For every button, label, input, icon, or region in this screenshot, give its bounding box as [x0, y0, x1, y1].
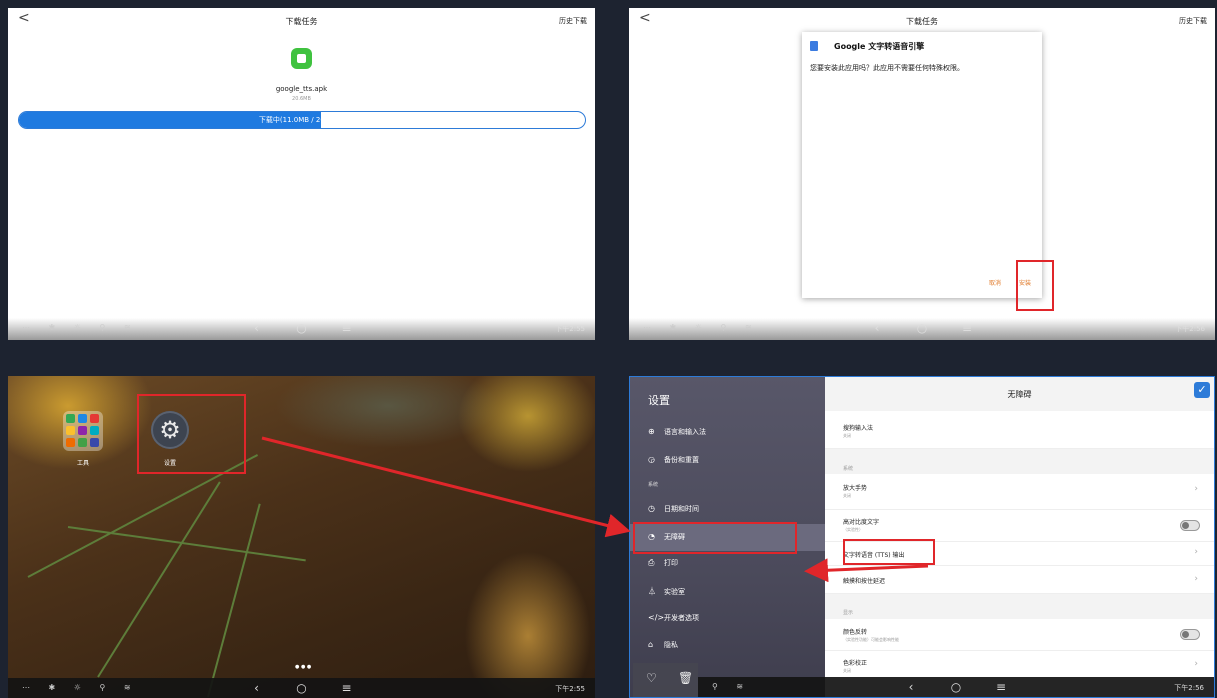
folder-app-icon — [66, 438, 75, 447]
settings-highlight-box — [137, 394, 246, 474]
nav-back-icon[interactable]: ‹ — [855, 321, 900, 335]
nav-menu-icon[interactable]: ≡ — [979, 680, 1024, 694]
chevron-right-icon: › — [1194, 574, 1198, 584]
folder-app-icon — [90, 414, 99, 423]
folder-app-icon — [90, 426, 99, 435]
page-title: 无障碍 — [1007, 390, 1032, 399]
cancel-button[interactable]: 取消 — [989, 278, 1001, 287]
install-screen: < 下载任务 历史下载 Google 文字转语音引擎 您要安装此应用吗？此应用不… — [629, 8, 1215, 340]
clock: 下午2:56 — [1175, 325, 1205, 333]
apk-file-icon — [291, 48, 312, 69]
chevron-right-icon: › — [1194, 547, 1198, 557]
history-button[interactable]: 历史下载 — [559, 16, 587, 26]
code-icon: </> — [648, 613, 665, 622]
nav-home-icon[interactable]: ○ — [934, 680, 979, 694]
page-indicator: ● ● ● — [295, 664, 312, 670]
system-nav-bar: ⋯ ✱ ☼ ⚲ ≋ ‹ ○ ≡ 下午2:55 — [8, 318, 595, 340]
folder-app-icon — [90, 438, 99, 447]
nav-back-icon[interactable]: ‹ — [889, 680, 934, 694]
nav-menu-icon[interactable]: ≡ — [324, 321, 369, 335]
sidebar-item-privacy[interactable]: ⌂ 隐私 — [648, 640, 678, 650]
nav-menu-icon[interactable]: ≡ — [324, 681, 369, 695]
apk-filename: google_tts.apk — [275, 85, 328, 93]
progress-text: 下载中(11.0MB / 20.6MB) — [258, 116, 346, 124]
nav-home-icon[interactable]: ○ — [279, 681, 324, 695]
system-nav-bar: ⋯ ✱ ☼ ⚲ ≋ ‹ ○ ≡ 下午2:56 — [629, 318, 1215, 340]
tools-label: 工具 — [76, 460, 89, 467]
install-dialog: Google 文字转语音引擎 您要安装此应用吗？此应用不需要任何特殊权限。 取消… — [802, 32, 1042, 298]
heart-icon[interactable]: ♡ — [646, 671, 657, 685]
sidebar-item-backup[interactable]: ◶ 备份和重置 — [648, 455, 699, 465]
app-icon — [810, 41, 818, 51]
nav-home-icon[interactable]: ○ — [900, 321, 945, 335]
clock: 下午2:56 — [1174, 684, 1204, 692]
setting-row-invert[interactable]: 颜色反转 （实验性功能）可能会影响性能 — [825, 619, 1214, 651]
sidebar-title: 设置 — [648, 394, 670, 407]
tools-folder[interactable] — [63, 411, 103, 451]
globe-icon: ⊕ — [648, 427, 655, 436]
sidebar-section-system: 系统 — [648, 482, 659, 488]
chevron-right-icon: › — [1194, 659, 1198, 669]
nav-back-icon[interactable]: ‹ — [234, 321, 279, 335]
sidebar-item-language[interactable]: ⊕ 语言和输入法 — [648, 427, 706, 437]
page-title: 下载任务 — [906, 17, 938, 26]
dialog-title: Google 文字转语音引擎 — [834, 42, 925, 51]
chevron-right-icon: › — [1194, 484, 1198, 494]
download-header: < 下载任务 历史下载 — [8, 8, 595, 32]
flask-icon: ⏃ — [648, 587, 656, 596]
accessibility-highlight-box — [633, 522, 797, 554]
clock: 下午2:55 — [555, 685, 585, 693]
install-highlight-box — [1016, 260, 1054, 311]
download-progress-bar[interactable]: 下载中(11.0MB / 20.6MB) — [18, 111, 586, 129]
invert-toggle[interactable] — [1180, 629, 1200, 640]
clock-icon: ◷ — [648, 504, 655, 513]
system-nav-bar: ⚲ ≋ ‹ ○ ≡ 下午2:56 — [698, 677, 1214, 697]
dialog-message: 您要安装此应用吗？此应用不需要任何特殊权限。 — [810, 64, 964, 72]
nav-home-icon[interactable]: ○ — [279, 321, 324, 335]
section-display: 显示 — [843, 610, 854, 616]
apk-filesize: 20.6MB — [292, 96, 311, 102]
settings-main: 无障碍 ✓ 搜狗输入法 关闭 系统 放大手势 关闭 › 高对比度文字 （实验性）… — [825, 377, 1214, 697]
contrast-toggle[interactable] — [1180, 520, 1200, 531]
folder-app-icon — [78, 438, 87, 447]
setting-row-contrast[interactable]: 高对比度文字 （实验性） — [825, 510, 1214, 542]
folder-app-icon — [66, 414, 75, 423]
setting-row-sogou[interactable]: 搜狗输入法 关闭 — [825, 411, 1214, 449]
setting-row-touch-delay[interactable]: 触摸和按住延迟 › — [825, 566, 1214, 594]
settings-screen: 设置 ⊕ 语言和输入法 ◶ 备份和重置 系统 ◷ 日期和时间 ◔ 无障碍 ⎙ 打印 ⏃ 实验… — [629, 376, 1215, 698]
sidebar-item-print[interactable]: ⎙ 打印 — [648, 558, 678, 568]
page-title: 下载任务 — [285, 17, 318, 26]
system-nav-bar: ⋯ ✱ ☼ ⚲ ≋ ‹ ○ ≡ 下午2:55 — [8, 678, 595, 698]
section-system: 系统 — [843, 466, 854, 472]
sidebar-item-datetime[interactable]: ◷ 日期和时间 — [648, 504, 699, 514]
download-screen: < 下载任务 历史下载 google_tts.apk 20.6MB 下载中(11… — [8, 8, 595, 340]
nav-back-icon[interactable]: ‹ — [234, 681, 279, 695]
checkmark-icon[interactable]: ✓ — [1194, 382, 1210, 398]
folder-app-icon — [78, 414, 87, 423]
clock: 下午2:55 — [555, 325, 585, 333]
install-header: < 下载任务 历史下载 — [629, 8, 1215, 32]
trash-icon[interactable]: 🗑 — [678, 671, 693, 685]
sidebar-item-lab[interactable]: ⏃ 实验室 — [648, 586, 685, 597]
nav-menu-icon[interactable]: ≡ — [945, 321, 990, 335]
history-button[interactable]: 历史下载 — [1179, 16, 1207, 26]
backup-icon: ◶ — [648, 455, 655, 464]
sidebar-item-developer[interactable]: </>开发者选项 — [648, 613, 699, 623]
folder-app-icon — [66, 426, 75, 435]
lock-icon: ⌂ — [648, 640, 654, 649]
favorite-trash-bar: ♡ 🗑 — [633, 663, 698, 697]
tts-highlight-box — [843, 539, 935, 565]
setting-row-magnify[interactable]: 放大手势 关闭 › — [825, 474, 1214, 510]
folder-app-icon — [78, 426, 87, 435]
home-screen: 工具 ⚙ 设置 ● ● ● ⋯ ✱ ☼ ⚲ ≋ ‹ ○ ≡ 下午2:55 — [8, 376, 595, 698]
printer-icon: ⎙ — [648, 558, 655, 567]
